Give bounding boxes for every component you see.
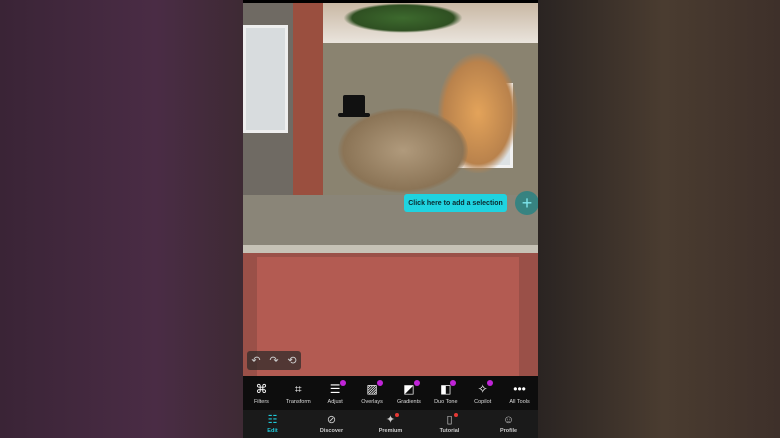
nav-label: Discover <box>319 428 344 434</box>
tool-label: Adjust <box>327 398 343 405</box>
bottom-nav: ☷ Edit ⊘ Discover ✦ Premium ▯ Tutorial ☺ Profile <box>243 410 538 438</box>
premium-badge-icon <box>450 379 457 386</box>
history-controls: ↶ ↷ ⟲ <box>247 351 301 370</box>
tool-transform[interactable]: ⌗ Transform <box>280 376 317 410</box>
photo-window <box>243 25 288 133</box>
profile-icon: ☺ <box>502 414 515 426</box>
photo-canvas[interactable] <box>243 3 538 376</box>
adjust-icon: ☰ <box>330 379 346 397</box>
tool-bar: ⌘ Filters ⌗ Transform ☰ Adjust ▨ Overlays ◩ Gradi… <box>243 376 538 410</box>
add-selection-button[interactable]: Click here to add a selection <box>404 194 507 212</box>
notification-dot <box>395 413 399 417</box>
redo-icon[interactable]: ↷ <box>269 354 278 367</box>
discover-icon: ⊘ <box>326 414 337 426</box>
photo-mortar <box>243 245 538 253</box>
tool-label: All Tools <box>509 398 530 405</box>
nav-label: Premium <box>378 428 403 434</box>
plus-icon[interactable]: + <box>515 191 538 215</box>
photo-brick-column <box>293 3 323 198</box>
tutorial-icon: ▯ <box>446 414 453 426</box>
edit-icon: ☷ <box>267 414 278 426</box>
tool-adjust[interactable]: ☰ Adjust <box>317 376 354 410</box>
nav-label: Edit <box>267 428 278 434</box>
filters-icon: ⌘ <box>255 381 268 396</box>
tool-overlays[interactable]: ▨ Overlays <box>354 376 391 410</box>
premium-badge-icon <box>339 379 346 386</box>
duo-tone-icon: ◧ <box>440 379 457 397</box>
copilot-icon: ✧ <box>478 379 493 397</box>
premium-badge-icon <box>413 379 420 386</box>
photo-tree <box>343 3 463 33</box>
tool-filters[interactable]: ⌘ Filters <box>243 376 280 410</box>
gradients-icon: ◩ <box>403 379 420 397</box>
nav-profile[interactable]: ☺ Profile <box>479 410 538 438</box>
nav-edit[interactable]: ☷ Edit <box>243 410 302 438</box>
nav-tutorial[interactable]: ▯ Tutorial <box>420 410 479 438</box>
nav-label: Tutorial <box>439 428 460 434</box>
tool-duo-tone[interactable]: ◧ Duo Tone <box>427 376 464 410</box>
nav-label: Profile <box>499 428 518 434</box>
tool-all-tools[interactable]: ••• All Tools <box>501 376 538 410</box>
premium-badge-icon <box>376 379 383 386</box>
photo-squirrel <box>338 108 468 193</box>
reset-icon[interactable]: ⟲ <box>287 354 296 367</box>
tool-label: Gradients <box>397 398 421 405</box>
tool-label: Duo Tone <box>434 398 458 405</box>
tool-label: Copilot <box>474 398 492 405</box>
premium-badge-icon <box>486 379 493 386</box>
all-tools-icon: ••• <box>513 381 526 396</box>
photo-top-hat <box>338 95 370 117</box>
tool-label: Overlays <box>361 398 383 405</box>
tool-copilot[interactable]: ✧ Copilot <box>464 376 501 410</box>
notification-dot <box>454 413 458 417</box>
tool-label: Filters <box>253 398 269 405</box>
phone-screen: Click here to add a selection + ↶ ↷ ⟲ ⌘ F… <box>243 0 538 438</box>
nav-discover[interactable]: ⊘ Discover <box>302 410 361 438</box>
tool-gradients[interactable]: ◩ Gradients <box>391 376 428 410</box>
transform-icon: ⌗ <box>294 381 302 396</box>
tool-label: Transform <box>285 398 311 405</box>
overlays-icon: ▨ <box>366 379 383 397</box>
undo-icon[interactable]: ↶ <box>251 354 260 367</box>
premium-icon: ✦ <box>385 414 396 426</box>
nav-premium[interactable]: ✦ Premium <box>361 410 420 438</box>
